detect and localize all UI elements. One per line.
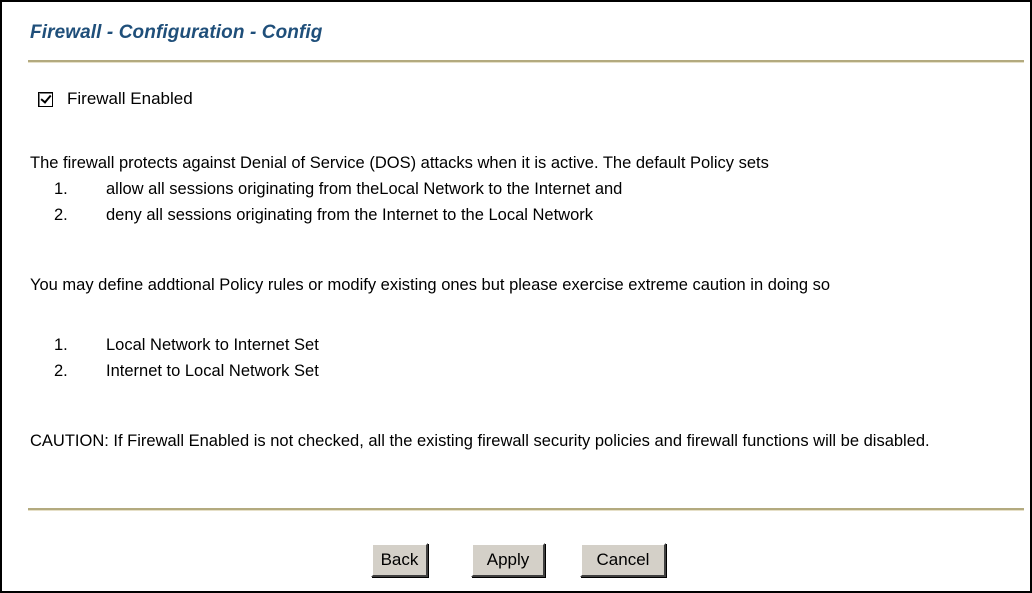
- back-button[interactable]: Back: [371, 543, 428, 577]
- list-item: 1. allow all sessions originating from t…: [54, 176, 622, 202]
- list-item-number: 1.: [54, 336, 68, 354]
- firewall-enabled-row[interactable]: Firewall Enabled: [38, 89, 193, 109]
- list-item-number: 1.: [54, 180, 68, 198]
- list-item-text: deny all sessions originating from the I…: [106, 206, 594, 224]
- cancel-button[interactable]: Cancel: [580, 543, 666, 577]
- list-item-text: Local Network to Internet Set: [106, 336, 319, 354]
- top-divider: [28, 60, 1024, 63]
- list-item-number: 2.: [54, 206, 68, 224]
- list-item: 2. Internet to Local Network Set: [54, 358, 319, 384]
- list-item-text: Internet to Local Network Set: [106, 362, 319, 380]
- policy-rules-text: You may define addtional Policy rules or…: [30, 276, 831, 294]
- page-title: Firewall - Configuration - Config: [30, 22, 323, 43]
- list-item-number: 2.: [54, 362, 68, 380]
- policy-intro-text: The firewall protects against Denial of …: [30, 154, 769, 172]
- firewall-enabled-label: Firewall Enabled: [67, 89, 193, 108]
- list-item-text: allow all sessions originating from theL…: [106, 180, 623, 198]
- policy-sets-list: 1. Local Network to Internet Set 2. Inte…: [54, 332, 319, 384]
- list-item: 1. Local Network to Internet Set: [54, 332, 319, 358]
- caution-text: CAUTION: If Firewall Enabled is not chec…: [30, 432, 930, 450]
- button-bar: Back Apply Cancel: [0, 543, 1032, 579]
- apply-button[interactable]: Apply: [471, 543, 545, 577]
- config-panel: Firewall - Configuration - Config Firewa…: [0, 0, 1032, 593]
- list-item: 2. deny all sessions originating from th…: [54, 202, 622, 228]
- bottom-divider: [28, 508, 1024, 511]
- default-policy-list: 1. allow all sessions originating from t…: [54, 176, 622, 228]
- firewall-enabled-checkbox[interactable]: [38, 91, 53, 107]
